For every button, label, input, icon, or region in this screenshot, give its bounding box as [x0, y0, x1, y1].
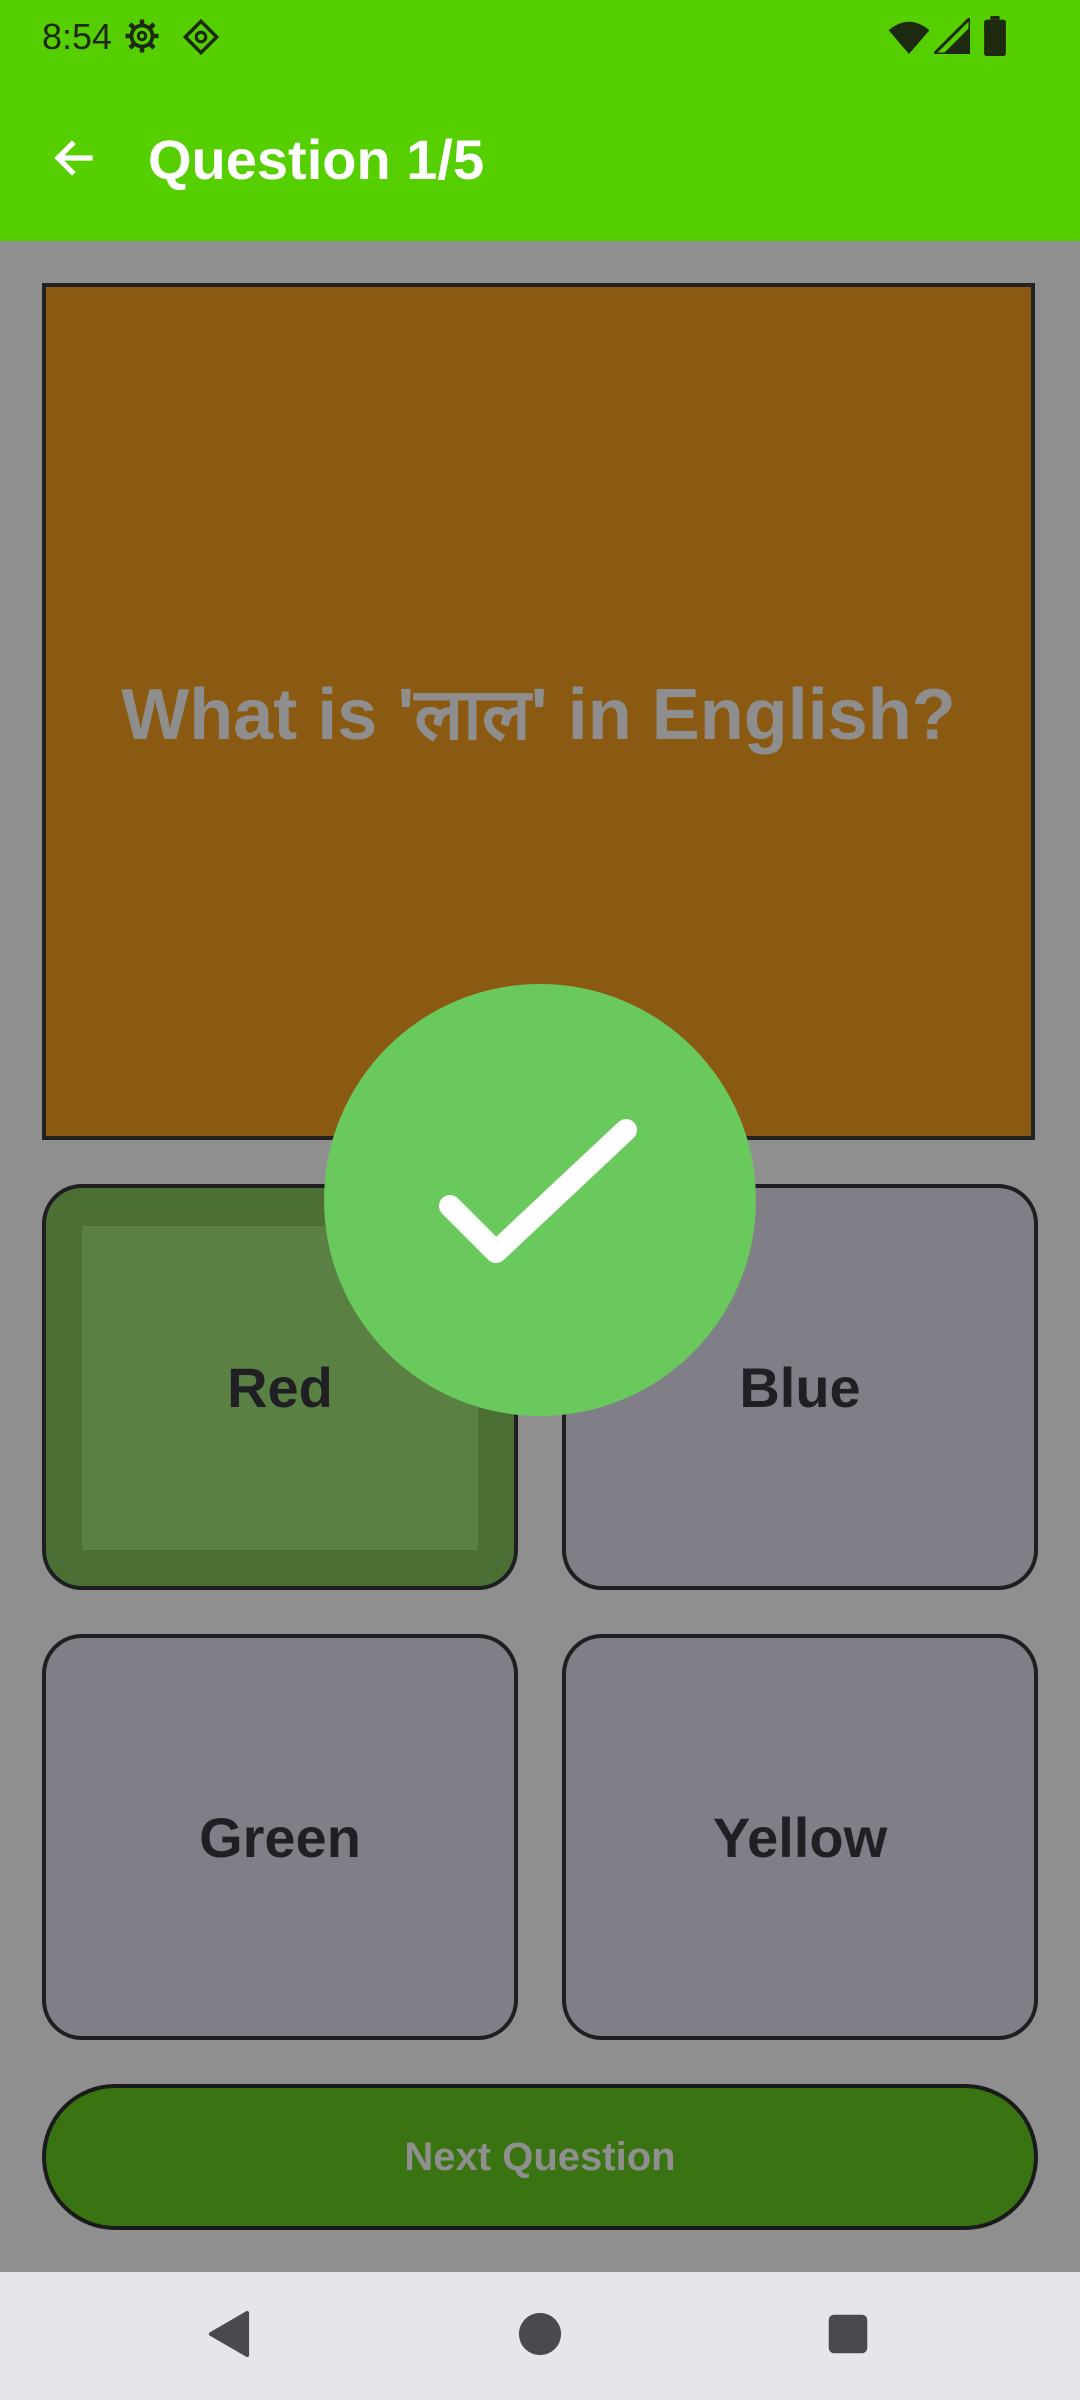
- system-nav-bar: [0, 2272, 1080, 2400]
- option-button-yellow[interactable]: Yellow: [562, 1634, 1038, 2040]
- option-label: Yellow: [712, 1805, 888, 1869]
- settings-icon: [124, 18, 160, 59]
- home-circle-icon: [517, 2311, 563, 2362]
- option-label: Red: [227, 1355, 333, 1419]
- next-question-button[interactable]: Next Question: [42, 2084, 1038, 2230]
- option-label: Green: [199, 1805, 361, 1869]
- signal-icon: [930, 14, 972, 59]
- arrow-left-icon: [50, 134, 98, 187]
- battery-icon: [984, 16, 1006, 61]
- check-icon: [430, 1108, 650, 1293]
- page-title: Question 1/5: [148, 128, 485, 191]
- recents-square-icon: [827, 2313, 869, 2360]
- back-triangle-icon: [205, 2309, 251, 2364]
- status-bar: 8:54: [0, 0, 1080, 72]
- status-time: 8:54: [42, 16, 113, 57]
- correct-answer-badge: [324, 984, 756, 1416]
- nav-back-button[interactable]: [190, 2298, 266, 2374]
- nav-recents-button[interactable]: [810, 2298, 886, 2374]
- option-button-green[interactable]: Green: [42, 1634, 518, 2040]
- option-label: Blue: [739, 1355, 861, 1419]
- wifi-icon: [888, 20, 930, 59]
- diamond-icon: [182, 18, 220, 61]
- app-bar: Question 1/5: [0, 72, 1080, 241]
- back-button[interactable]: [38, 124, 110, 196]
- question-text: What is 'लाल' in English?: [121, 674, 956, 755]
- nav-home-button[interactable]: [502, 2298, 578, 2374]
